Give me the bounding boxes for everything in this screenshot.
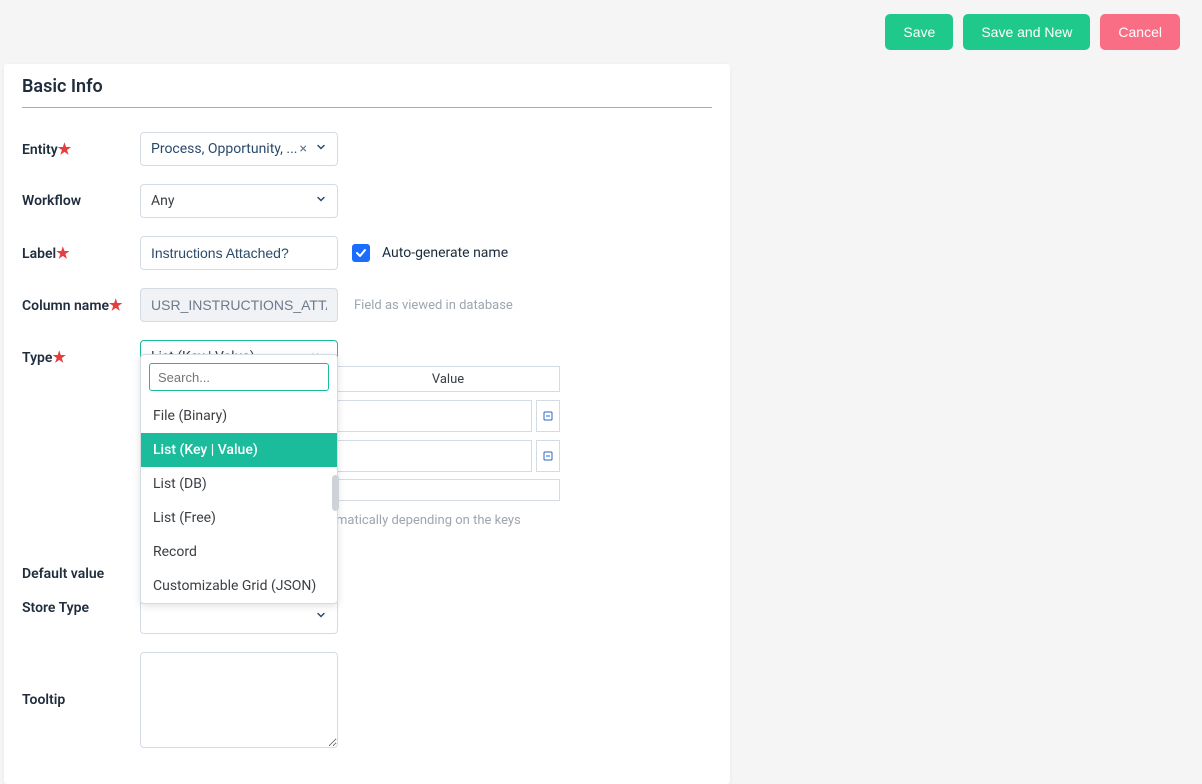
- kv-header-value: Value: [336, 366, 560, 392]
- label-input-text[interactable]: [151, 245, 327, 261]
- kv-value-cell[interactable]: [336, 400, 532, 432]
- kv-row: [336, 400, 560, 432]
- column-name-label: Column name★: [22, 296, 140, 314]
- required-icon: ★: [56, 244, 69, 262]
- label-field-label: Label★: [22, 244, 140, 262]
- kv-row: [336, 440, 560, 472]
- default-value-label: Default value: [22, 566, 140, 582]
- kv-remove-button[interactable]: [536, 440, 560, 472]
- workflow-row: Workflow Any: [22, 184, 712, 218]
- type-label: Type★: [22, 348, 140, 366]
- entity-select[interactable]: Process, Opportunity, ... ×: [140, 132, 338, 166]
- keys-hint-text: matically depending on the keys: [336, 513, 521, 528]
- required-icon: ★: [58, 140, 71, 158]
- type-dropdown-search[interactable]: [149, 363, 329, 391]
- dropdown-scrollbar[interactable]: [332, 475, 339, 511]
- store-type-label: Store Type: [22, 600, 140, 616]
- type-option-list-db[interactable]: List (DB): [141, 467, 337, 501]
- chevron-down-icon: [315, 193, 327, 209]
- type-option-list-key-value[interactable]: List (Key | Value): [141, 433, 337, 467]
- label-input[interactable]: [140, 236, 338, 270]
- type-option-record[interactable]: Record: [141, 535, 337, 569]
- chevron-down-icon: [315, 609, 327, 625]
- workflow-select[interactable]: Any: [140, 184, 338, 218]
- type-dropdown-panel: File (Binary) List (Key | Value) List (D…: [140, 354, 338, 604]
- store-type-select[interactable]: [140, 600, 338, 634]
- panel-divider: [22, 107, 712, 108]
- cancel-button[interactable]: Cancel: [1100, 14, 1180, 50]
- label-row: Label★ Auto-generate name: [22, 236, 712, 270]
- key-value-table: Value: [336, 366, 560, 501]
- tooltip-textarea[interactable]: [140, 652, 338, 748]
- auto-generate-wrap: Auto-generate name: [352, 244, 508, 262]
- kv-row-partial: [336, 479, 560, 501]
- tooltip-label: Tooltip: [22, 692, 140, 708]
- required-icon: ★: [52, 348, 65, 366]
- store-type-row: Store Type: [22, 600, 712, 634]
- workflow-label: Workflow: [22, 193, 140, 209]
- type-option-list-free[interactable]: List (Free): [141, 501, 337, 535]
- type-option-customizable-grid-json[interactable]: Customizable Grid (JSON): [141, 569, 337, 603]
- entity-label: Entity★: [22, 140, 140, 158]
- default-value-row: Default value: [22, 566, 712, 582]
- required-icon: ★: [109, 296, 122, 314]
- panel-title: Basic Info: [22, 76, 712, 107]
- column-name-helper: Field as viewed in database: [354, 298, 513, 313]
- kv-remove-button[interactable]: [536, 400, 560, 432]
- kv-value-cell[interactable]: [336, 440, 532, 472]
- chevron-down-icon: [315, 141, 327, 157]
- auto-generate-checkbox[interactable]: [352, 244, 370, 262]
- entity-clear-icon[interactable]: ×: [300, 141, 307, 157]
- tooltip-row: Tooltip: [22, 652, 712, 748]
- workflow-value: Any: [151, 193, 315, 209]
- save-button[interactable]: Save: [885, 14, 953, 50]
- basic-info-panel: Basic Info Entity★ Process, Opportunity,…: [4, 64, 730, 784]
- save-and-new-button[interactable]: Save and New: [963, 14, 1090, 50]
- auto-generate-label: Auto-generate name: [382, 245, 508, 261]
- top-actions-bar: Save Save and New Cancel: [0, 0, 1202, 64]
- kv-value-cell-partial[interactable]: [336, 479, 560, 501]
- column-name-input: [140, 288, 338, 322]
- column-name-row: Column name★ Field as viewed in database: [22, 288, 712, 322]
- entity-value: Process, Opportunity, ...: [151, 141, 300, 157]
- type-option-file-binary[interactable]: File (Binary): [141, 399, 337, 433]
- entity-row: Entity★ Process, Opportunity, ... ×: [22, 132, 712, 166]
- column-name-text: [151, 297, 327, 313]
